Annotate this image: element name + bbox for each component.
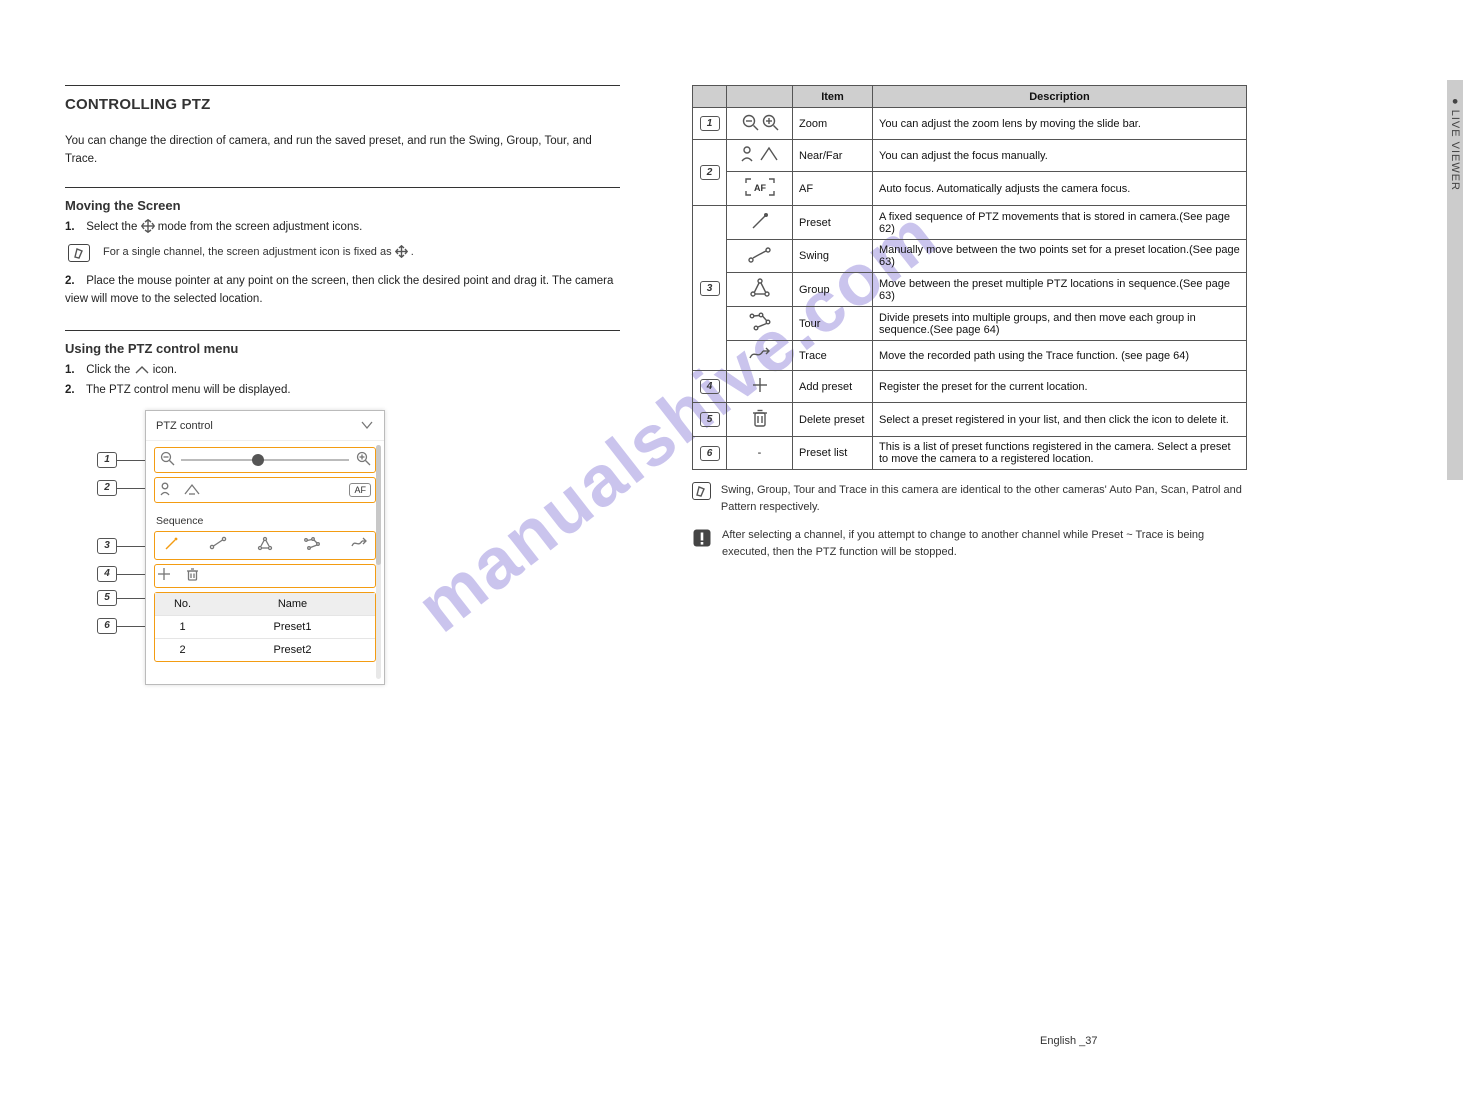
group-icon-cell bbox=[727, 273, 793, 307]
table-row: Group Move between the preset multiple P… bbox=[693, 273, 1247, 307]
ptz-heading: CONTROLLING PTZ bbox=[65, 96, 620, 113]
swing-icon-cell bbox=[727, 240, 793, 273]
row-idx: 3 bbox=[700, 281, 720, 296]
hdr-item: Item bbox=[793, 86, 873, 108]
menu-step-2: 2. The PTZ control menu will be displaye… bbox=[65, 382, 620, 400]
warning-icon bbox=[692, 527, 712, 549]
add-delete-row bbox=[154, 564, 376, 588]
table-row: 4 Add preset Register the preset for the… bbox=[693, 371, 1247, 403]
move-step-1: 1. Select the mode from the screen adjus… bbox=[65, 219, 620, 237]
ptz-icons-table: Item Description 1 Zoom You can adjust t… bbox=[692, 85, 1247, 470]
note-j-row: After selecting a channel, if you attemp… bbox=[692, 527, 1247, 560]
ptz-panel-figure: 1 2 3 4 5 6 PTZ control bbox=[85, 410, 620, 720]
page-footer: English _37 bbox=[1040, 1035, 1098, 1047]
svg-text:AF: AF bbox=[754, 183, 766, 193]
group-tab-icon[interactable] bbox=[255, 536, 275, 555]
preset-list: No. Name 1 Preset1 2 Preset2 bbox=[154, 592, 376, 662]
far-icon[interactable] bbox=[183, 482, 201, 499]
table-row: 6 - Preset list This is a list of preset… bbox=[693, 437, 1247, 470]
row-idx: 6 bbox=[700, 446, 720, 461]
move-mode-icon bbox=[141, 219, 155, 237]
note-j-text: After selecting a channel, if you attemp… bbox=[722, 527, 1247, 560]
trace-tab-icon[interactable] bbox=[349, 536, 369, 555]
callout-2: 2 bbox=[97, 480, 117, 496]
sequence-label: Sequence bbox=[146, 509, 384, 529]
zoom-slider[interactable] bbox=[181, 459, 349, 461]
table-row: 1 Zoom You can adjust the zoom lens by m… bbox=[693, 108, 1247, 140]
preset-hdr-no: No. bbox=[155, 593, 210, 615]
table-row: 3 Preset A fixed sequence of PTZ movemen… bbox=[693, 206, 1247, 240]
table-row: Swing Manually move between the two poin… bbox=[693, 240, 1247, 273]
left-column: CONTROLLING PTZ You can change the direc… bbox=[65, 85, 620, 720]
panel-scrollbar[interactable] bbox=[376, 445, 381, 679]
menu-heading: Using the PTZ control menu bbox=[65, 341, 620, 356]
menu-step-1: 1. Click the icon. bbox=[65, 362, 620, 380]
ptz-panel: PTZ control bbox=[145, 410, 385, 685]
preset-hdr-name: Name bbox=[210, 593, 375, 615]
swing-tab-icon[interactable] bbox=[208, 536, 228, 555]
focus-row: AF bbox=[154, 477, 376, 503]
move-heading: Moving the Screen bbox=[65, 198, 620, 213]
note-icon bbox=[68, 244, 90, 262]
near-icon[interactable] bbox=[159, 481, 175, 499]
callout-1: 1 bbox=[97, 452, 117, 468]
note-icon bbox=[692, 482, 711, 500]
chevron-up-icon bbox=[134, 362, 150, 380]
delete-icon-cell bbox=[727, 403, 793, 437]
af-cell: AF bbox=[727, 172, 793, 206]
side-tab-label: ● LIVE VIEWER bbox=[1449, 98, 1461, 191]
preset-row[interactable]: 1 Preset1 bbox=[155, 615, 375, 638]
zoom-row bbox=[154, 447, 376, 473]
callout-6: 6 bbox=[97, 618, 117, 634]
add-icon-cell bbox=[727, 371, 793, 403]
note-m-row: Swing, Group, Tour and Trace in this cam… bbox=[692, 482, 1247, 515]
callout-5: 5 bbox=[97, 590, 117, 606]
delete-preset-icon[interactable] bbox=[183, 567, 201, 585]
zoom-out-icon[interactable] bbox=[159, 451, 175, 469]
tour-icon-cell bbox=[727, 307, 793, 341]
row-idx: 1 bbox=[700, 116, 720, 131]
ptz-intro: You can change the direction of camera, … bbox=[65, 133, 620, 169]
move-step-2: 2. Place the mouse pointer at any point … bbox=[65, 273, 620, 309]
hdr-desc: Description bbox=[873, 86, 1247, 108]
trace-icon-cell bbox=[727, 341, 793, 371]
tour-tab-icon[interactable] bbox=[302, 536, 322, 555]
side-tab: ● LIVE VIEWER bbox=[1447, 80, 1463, 480]
note-m-text: Swing, Group, Tour and Trace in this cam… bbox=[721, 482, 1247, 515]
row-idx: 2 bbox=[700, 165, 720, 180]
near-far-icons-cell bbox=[727, 140, 793, 172]
add-preset-icon[interactable] bbox=[155, 567, 173, 585]
table-row: 2 Near/Far You can adjust the focus manu… bbox=[693, 140, 1247, 172]
zoom-icons-cell bbox=[727, 108, 793, 140]
move-note: For a single channel, the screen adjustm… bbox=[65, 244, 620, 265]
sequence-tabs bbox=[154, 531, 376, 560]
af-icon[interactable]: AF bbox=[349, 483, 371, 497]
row-idx: 4 bbox=[700, 379, 720, 394]
table-row: AF AF Auto focus. Automatically adjusts … bbox=[693, 172, 1247, 206]
preset-icon-cell bbox=[727, 206, 793, 240]
zoom-in-icon[interactable] bbox=[355, 451, 371, 469]
ptz-panel-title: PTZ control bbox=[156, 420, 213, 432]
preset-tab-icon[interactable] bbox=[161, 536, 181, 555]
move-mode-icon-inline bbox=[395, 244, 408, 261]
preset-row[interactable]: 2 Preset2 bbox=[155, 638, 375, 661]
table-row: 5 Delete preset Select a preset register… bbox=[693, 403, 1247, 437]
row-idx: 5 bbox=[700, 412, 720, 427]
table-row: Trace Move the recorded path using the T… bbox=[693, 341, 1247, 371]
callout-3: 3 bbox=[97, 538, 117, 554]
collapse-icon[interactable] bbox=[360, 419, 374, 433]
callout-4: 4 bbox=[97, 566, 117, 582]
table-row: Tour Divide presets into multiple groups… bbox=[693, 307, 1247, 341]
right-column: Item Description 1 Zoom You can adjust t… bbox=[692, 85, 1247, 560]
